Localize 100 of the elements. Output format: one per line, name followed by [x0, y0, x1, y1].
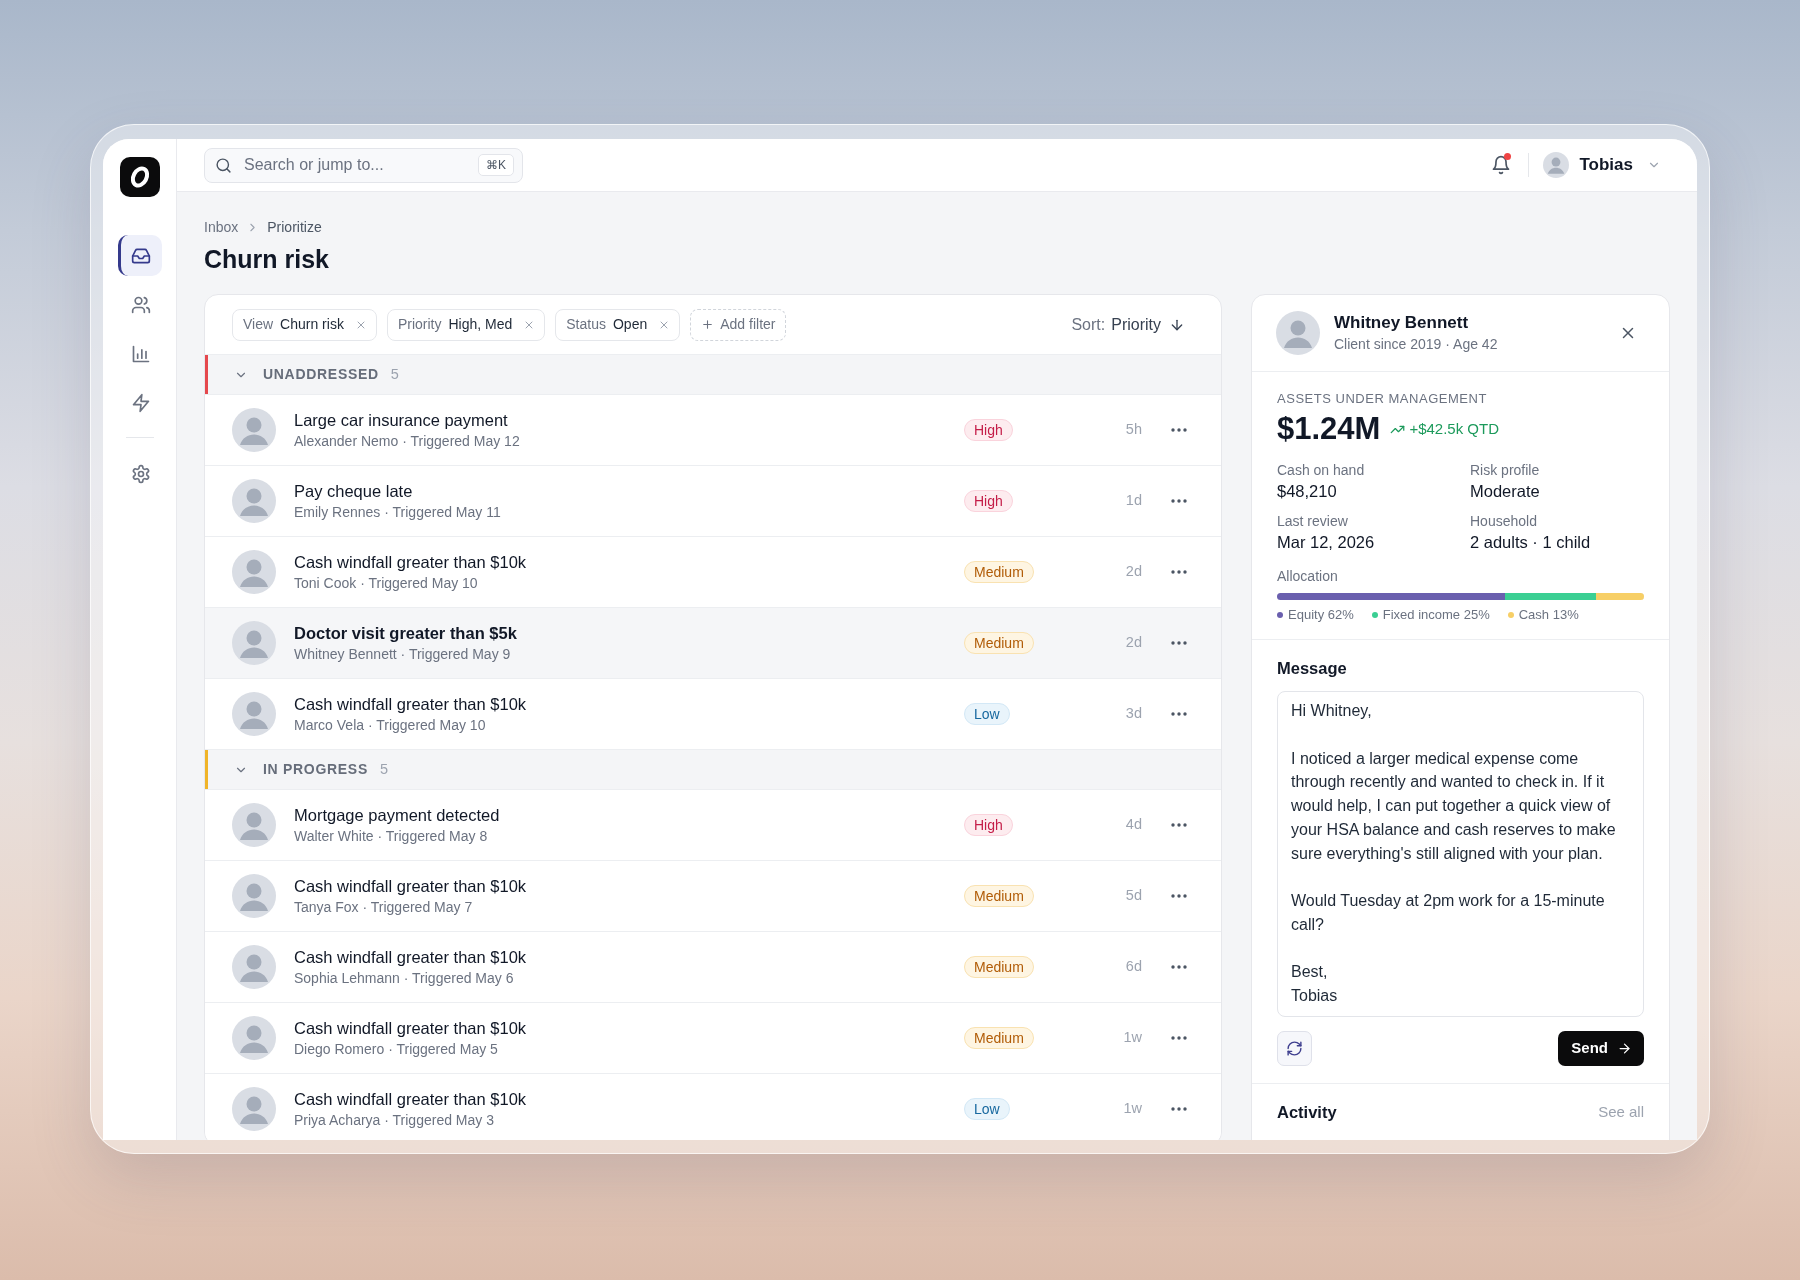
fact-label: Cash on hand — [1277, 461, 1366, 479]
alert-title: Pay cheque late — [294, 481, 414, 502]
breadcrumb-link[interactable]: Inbox — [204, 218, 239, 236]
fact-label: Household — [1470, 512, 1538, 530]
more-icon — [1171, 641, 1187, 645]
allocation-label: Allocation — [1277, 567, 1339, 585]
regenerate-button[interactable] — [1277, 1031, 1312, 1066]
message-field[interactable]: Hi Whitney, I noticed a larger medical expense come through recently and wanted to check in. If it would help, I can put together a quick view of your HSA balance and cash reserves to make sure everything's still aligned with your plan. Would Tuesday at 2pm work for a 15-minute call? Best, Tobias — [1277, 691, 1644, 1017]
avatar-icon — [232, 1087, 276, 1131]
avatar-icon — [232, 479, 276, 523]
avatar-icon — [232, 1016, 276, 1060]
legend-label: Fixed income 25% — [1382, 606, 1490, 624]
group-count: 5 — [379, 759, 389, 779]
priority-badge: High — [964, 419, 1013, 441]
time-ago-text: 5d — [1124, 886, 1142, 906]
alert-title: Cash windfall greater than $10k — [294, 947, 528, 968]
more-icon — [1171, 428, 1187, 432]
bar-chart-icon — [131, 343, 151, 364]
aum-value: $1.24M — [1277, 411, 1381, 447]
alert-subtitle: Marco Vela · Triggered May 10 — [294, 716, 487, 734]
more-icon — [1171, 823, 1187, 827]
time-ago-text: 6d — [1124, 957, 1142, 977]
bell-icon — [1491, 155, 1512, 175]
legend-label: Equity 62% — [1288, 606, 1354, 624]
alert-row[interactable]: Doctor visit greater than $5k Whitney Bennett · Triggered May 9 Medium 2d — [205, 608, 1221, 679]
fact-value: Mar 12, 2026 — [1277, 532, 1376, 553]
time-ago-text: 5h — [1124, 420, 1142, 440]
breadcrumb-current: Prioritize — [267, 218, 322, 236]
aum-change: +$42.5k QTD — [1409, 418, 1500, 439]
priority-badge: Medium — [964, 1027, 1034, 1049]
more-icon — [1171, 965, 1187, 969]
time-ago-text: 3d — [1124, 704, 1142, 724]
priority-badge: High — [964, 814, 1013, 836]
more-icon — [1171, 570, 1187, 574]
more-icon — [1171, 1036, 1187, 1040]
filter-chip[interactable]: Status Open — [555, 308, 681, 341]
alert-subtitle: Sophia Lehmann · Triggered May 6 — [294, 969, 515, 987]
time-ago-text: 2d — [1124, 562, 1142, 582]
filter-chip[interactable]: View Churn risk — [232, 308, 377, 341]
avatar-icon — [232, 692, 276, 736]
alert-subtitle: Emily Rennes · Triggered May 11 — [294, 503, 502, 521]
alert-title: Doctor visit greater than $5k — [294, 623, 518, 644]
alert-subtitle: Walter White · Triggered May 8 — [294, 827, 489, 845]
avatar-icon — [232, 408, 276, 452]
alert-title: Cash windfall greater than $10k — [294, 876, 528, 897]
filter-chip[interactable]: Priority High, Med — [386, 308, 546, 341]
message-label: Message — [1277, 658, 1348, 679]
user-menu-button[interactable]: Tobias — [1543, 152, 1661, 178]
alert-subtitle: Whitney Bennett · Triggered May 9 — [294, 645, 512, 663]
people-icon — [131, 294, 151, 315]
avatar-icon — [232, 945, 276, 989]
lightning-icon — [131, 392, 151, 413]
avatar-icon — [232, 550, 276, 594]
arrow-right-icon — [1617, 1041, 1632, 1056]
avatar-icon — [1543, 152, 1570, 178]
alert-title: Large car insurance payment — [294, 410, 509, 431]
avatar-icon — [232, 621, 276, 665]
group-count: 5 — [390, 364, 399, 384]
priority-badge: Low — [964, 1098, 1010, 1120]
group-header[interactable]: UNADDRESSED 5 — [205, 355, 1221, 395]
fact-value: 2 adults · 1 child — [1470, 532, 1592, 553]
fact-value: Moderate — [1470, 481, 1541, 502]
group-header[interactable]: IN PROGRESS 5 — [205, 750, 1221, 790]
more-icon — [1171, 1107, 1187, 1111]
nav-item[interactable] — [117, 235, 162, 276]
avatar-icon — [232, 874, 276, 918]
priority-badge: Low — [964, 703, 1010, 725]
search-icon — [215, 156, 232, 174]
send-button[interactable]: Send — [1558, 1031, 1644, 1066]
alert-subtitle: Alexander Nemo · Triggered May 12 — [294, 432, 521, 450]
time-ago-text: 1d — [1124, 491, 1142, 511]
fact-label: Last review — [1277, 512, 1349, 530]
settings-icon — [131, 463, 151, 484]
priority-badge: Medium — [964, 885, 1034, 907]
more-icon — [1171, 499, 1187, 503]
group-title: IN PROGRESS — [263, 760, 368, 779]
page-title: Churn risk — [204, 244, 331, 274]
time-ago-text: 2d — [1124, 633, 1142, 653]
add-filter-button[interactable]: Add filter — [690, 308, 787, 341]
group-title: UNADDRESSED — [263, 365, 379, 384]
alert-title: Cash windfall greater than $10k — [294, 1018, 528, 1039]
activity-heading: Activity — [1277, 1102, 1337, 1123]
alert-title: Cash windfall greater than $10k — [294, 694, 528, 715]
alert-title: Cash windfall greater than $10k — [294, 1089, 528, 1110]
refresh-icon — [1286, 1040, 1303, 1057]
alert-subtitle: Toni Cook · Triggered May 10 — [294, 574, 479, 592]
fact-value: $48,210 — [1277, 481, 1338, 502]
logo-icon — [119, 157, 160, 197]
avatar-icon — [232, 803, 276, 847]
alert-title: Mortgage payment detected — [294, 805, 501, 826]
time-ago-text: 1w — [1122, 1099, 1142, 1119]
alert-title: Cash windfall greater than $10k — [294, 552, 528, 573]
more-icon — [1171, 894, 1187, 898]
alert-subtitle: Tanya Fox · Triggered May 7 — [294, 898, 474, 916]
client-subtitle: Client since 2019 · Age 42 — [1334, 335, 1499, 354]
time-ago-text: 4d — [1124, 815, 1142, 835]
sort-button[interactable]: Sort: Priority — [1071, 312, 1185, 337]
alert-subtitle: Priya Acharya · Triggered May 3 — [294, 1111, 495, 1129]
priority-badge: Medium — [964, 632, 1034, 654]
alert-subtitle: Diego Romero · Triggered May 5 — [294, 1040, 499, 1058]
